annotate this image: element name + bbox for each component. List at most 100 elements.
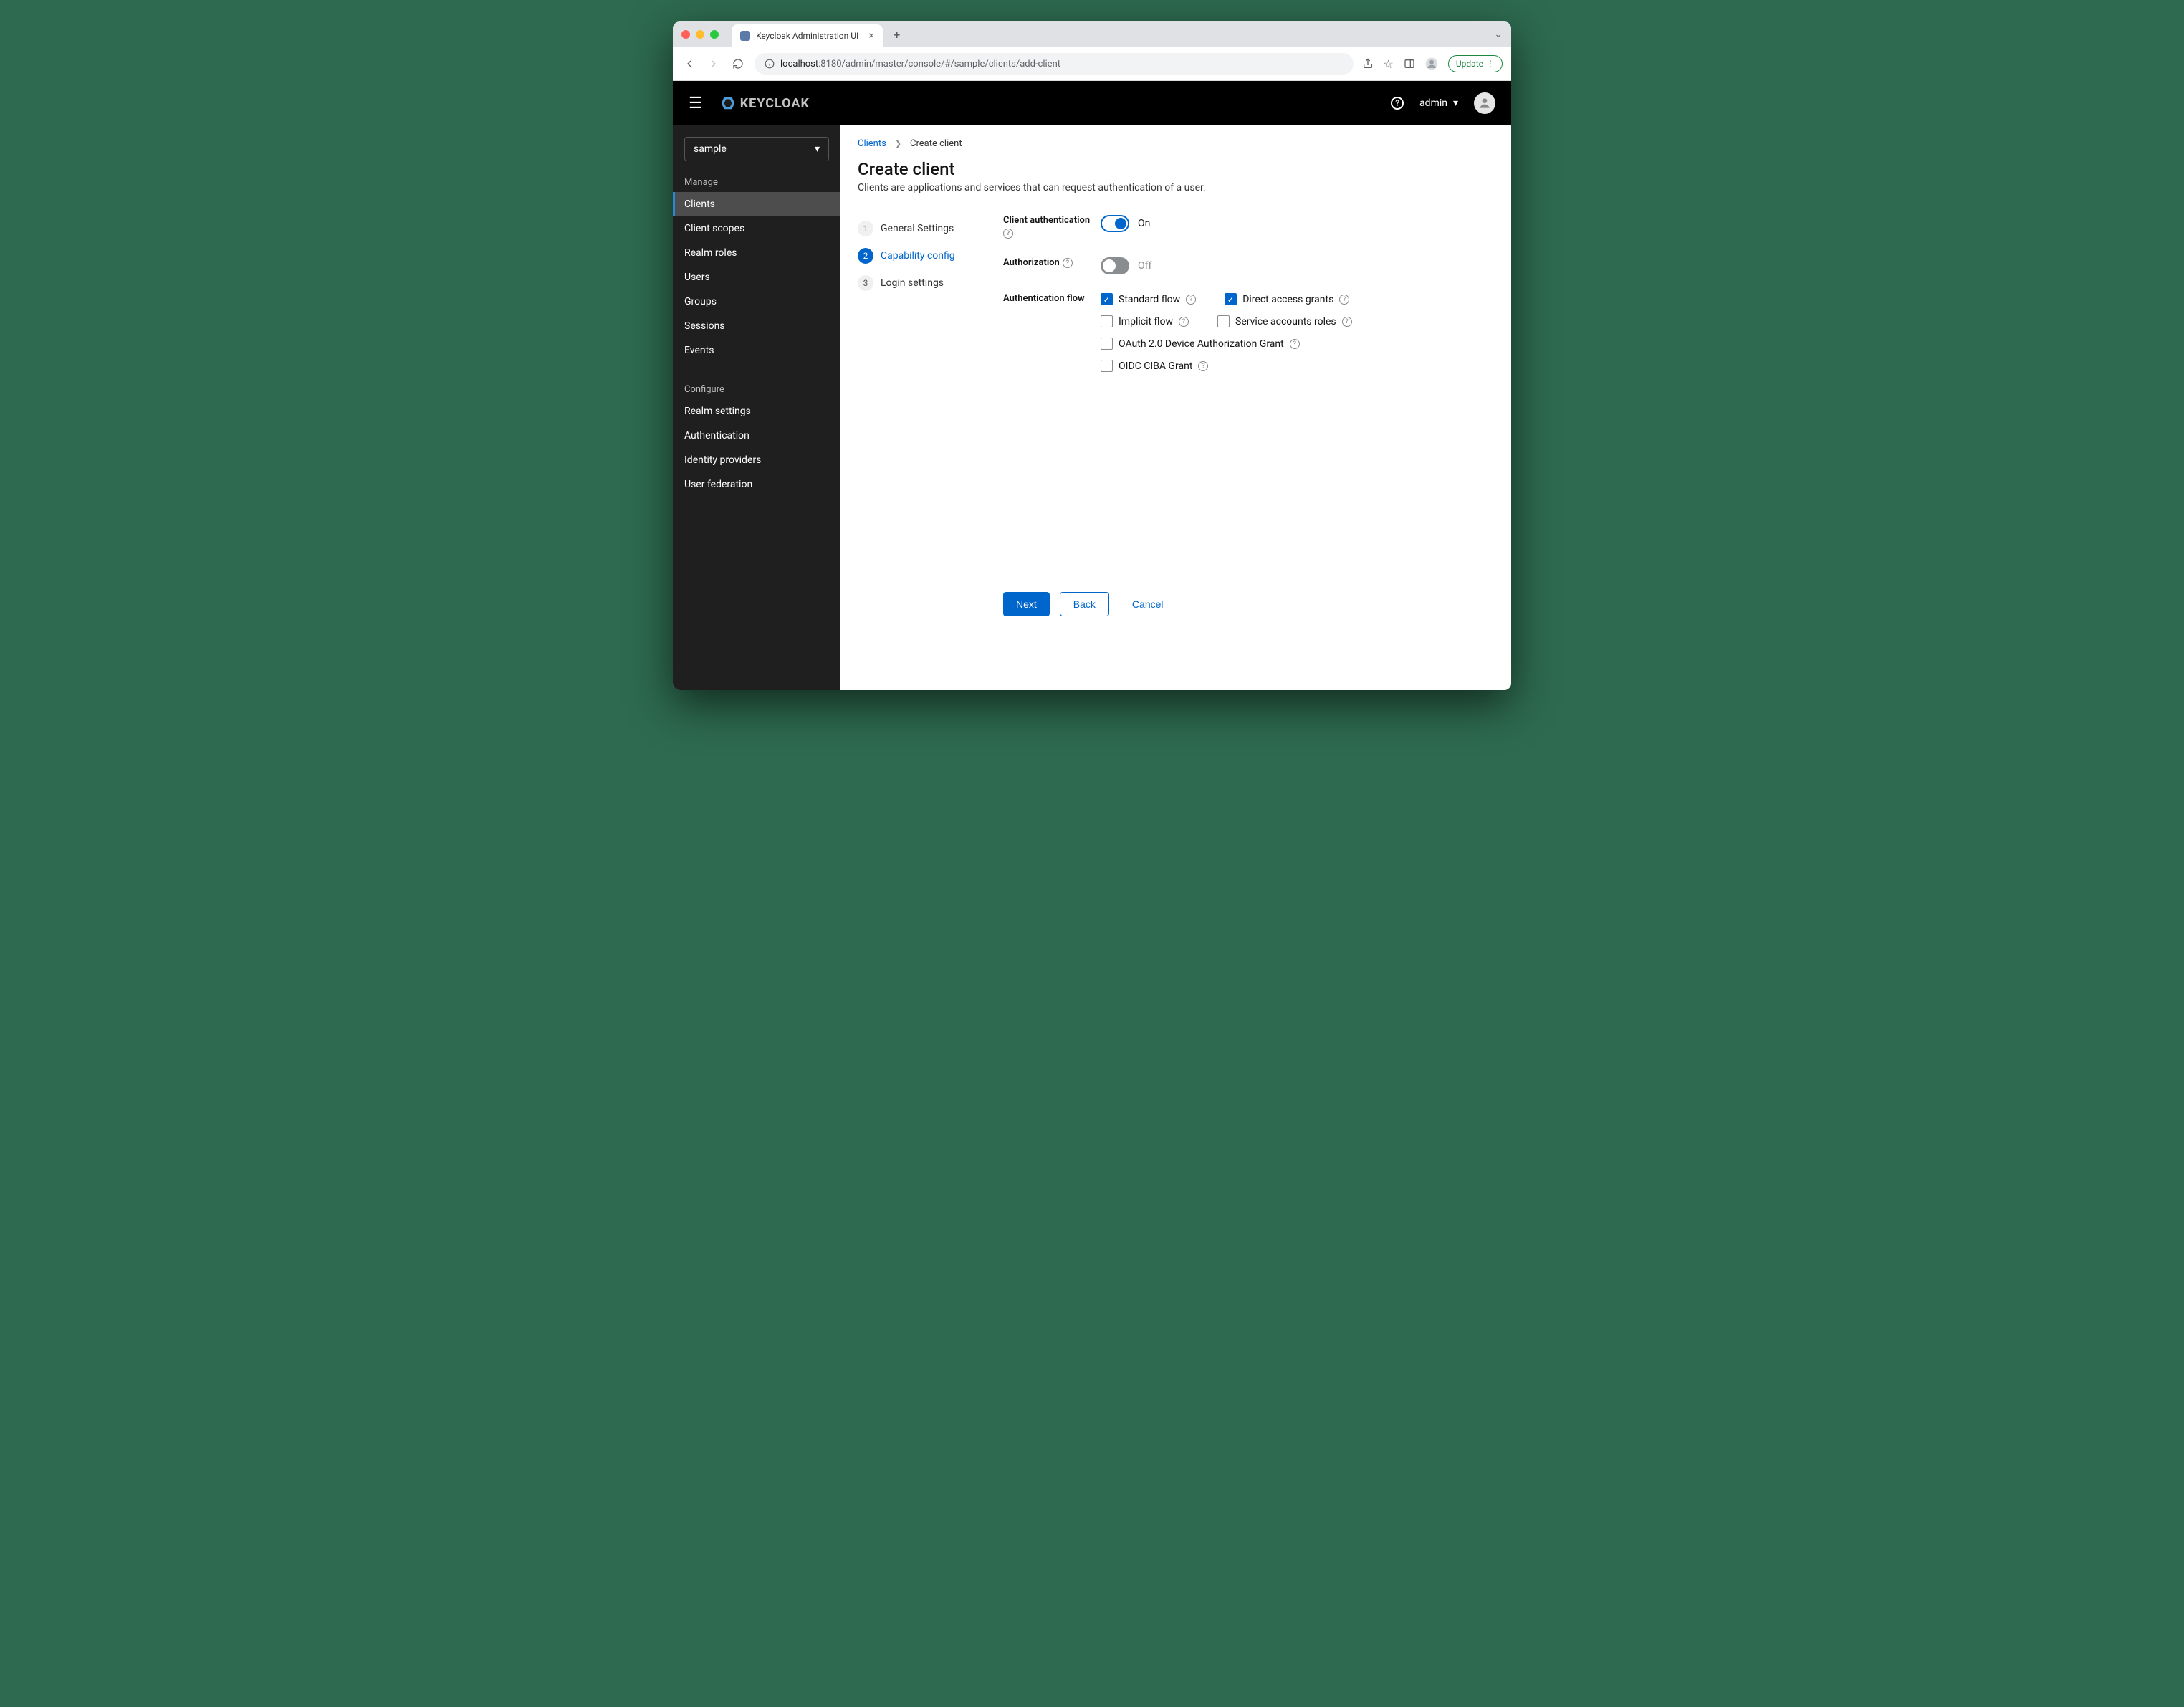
panel-icon[interactable] bbox=[1404, 58, 1415, 70]
app-root: ☰ KEYCLOAK ? admin ▾ sample ▾ bbox=[673, 81, 1511, 690]
profile-icon[interactable] bbox=[1425, 57, 1438, 70]
browser-update-button[interactable]: Update ⋮ bbox=[1448, 55, 1503, 72]
minimize-window-icon[interactable] bbox=[696, 30, 704, 39]
new-tab-button[interactable]: + bbox=[889, 26, 906, 43]
field-authorization: Authorization ? Off bbox=[1003, 257, 1494, 274]
checkbox-label: OIDC CIBA Grant bbox=[1119, 360, 1192, 372]
sidebar-item-user-federation[interactable]: User federation bbox=[673, 472, 840, 497]
wizard-step-1[interactable]: 1 General Settings bbox=[858, 215, 980, 242]
logo-text: KEYCLOAK bbox=[740, 96, 810, 111]
main-content: Clients ❯ Create client Create client Cl… bbox=[840, 125, 1511, 690]
sidebar-item-client-scopes[interactable]: Client scopes bbox=[673, 216, 840, 241]
page-title: Create client bbox=[858, 159, 1494, 179]
close-window-icon[interactable] bbox=[681, 30, 690, 39]
realm-name: sample bbox=[694, 143, 727, 155]
wizard: 1 General Settings 2Capability config 3 Logi… bbox=[858, 215, 1494, 616]
auth-flow-label: Authentication flow bbox=[1003, 293, 1085, 304]
checkbox-icon: ✓ bbox=[1225, 293, 1237, 305]
help-icon[interactable]: ? bbox=[1063, 258, 1073, 268]
help-icon[interactable]: ? bbox=[1391, 97, 1404, 110]
wizard-form: Client authentication ? On Authorization bbox=[987, 215, 1494, 616]
wizard-footer: Next Back Cancel bbox=[1003, 570, 1494, 616]
checkbox-ciba[interactable]: OIDC CIBA Grant ? bbox=[1101, 360, 1208, 372]
help-icon[interactable]: ? bbox=[1290, 339, 1300, 349]
wizard-step-2[interactable]: 2Capability config bbox=[858, 242, 980, 269]
authorization-label: Authorization bbox=[1003, 257, 1060, 268]
checkbox-direct[interactable]: ✓Direct access grants ? bbox=[1225, 293, 1349, 305]
sidebar-item-events[interactable]: Events bbox=[673, 338, 840, 363]
help-icon[interactable]: ? bbox=[1186, 295, 1196, 305]
avatar[interactable] bbox=[1474, 92, 1495, 114]
sidebar-item-users[interactable]: Users bbox=[673, 265, 840, 290]
info-icon bbox=[765, 59, 775, 69]
caret-down-icon: ▾ bbox=[815, 143, 820, 155]
step-number-icon: 3 bbox=[858, 275, 873, 291]
forward-icon[interactable] bbox=[706, 56, 722, 72]
checkbox-icon: ✓ bbox=[1101, 293, 1113, 305]
browser-tab[interactable]: Keycloak Administration UI × bbox=[732, 24, 883, 47]
user-menu[interactable]: admin ▾ bbox=[1419, 97, 1458, 109]
user-name: admin bbox=[1419, 97, 1447, 109]
authorization-toggle[interactable] bbox=[1101, 257, 1129, 274]
step-label: Login settings bbox=[881, 277, 944, 289]
client-auth-label: Client authentication bbox=[1003, 215, 1090, 226]
client-auth-state: On bbox=[1138, 218, 1150, 229]
sidebar-item-identity-providers[interactable]: Identity providers bbox=[673, 448, 840, 472]
back-icon[interactable] bbox=[681, 56, 697, 72]
kebab-icon: ⋮ bbox=[1486, 59, 1495, 69]
step-number-icon: 1 bbox=[858, 221, 873, 236]
wizard-steps: 1 General Settings 2Capability config 3 Logi… bbox=[858, 215, 987, 616]
client-auth-toggle[interactable] bbox=[1101, 215, 1129, 232]
sidebar-group-configure: Configure bbox=[673, 377, 840, 399]
tab-title: Keycloak Administration UI bbox=[756, 31, 858, 41]
sidebar-item-realm-settings[interactable]: Realm settings bbox=[673, 399, 840, 424]
breadcrumb-root[interactable]: Clients bbox=[858, 138, 886, 149]
checkbox-icon bbox=[1101, 360, 1113, 372]
reload-icon[interactable] bbox=[730, 56, 746, 72]
avatar-icon bbox=[1477, 96, 1492, 110]
sidebar-item-realm-roles[interactable]: Realm roles bbox=[673, 241, 840, 265]
back-button[interactable]: Back bbox=[1060, 592, 1109, 616]
logo-icon bbox=[720, 95, 736, 111]
auth-flow-checkboxes: ✓Standard flow ? ✓Direct access grants ? I… bbox=[1101, 293, 1352, 372]
hamburger-icon[interactable]: ☰ bbox=[689, 95, 703, 113]
browser-window: Keycloak Administration UI × + ⌄ localho… bbox=[673, 21, 1511, 690]
chevron-right-icon: ❯ bbox=[895, 139, 901, 148]
cancel-button[interactable]: Cancel bbox=[1119, 592, 1177, 616]
checkbox-icon bbox=[1101, 338, 1113, 350]
address-bar[interactable]: localhost:8180/admin/master/console/#/sa… bbox=[755, 53, 1354, 75]
step-label: General Settings bbox=[881, 223, 954, 234]
help-icon[interactable]: ? bbox=[1003, 229, 1013, 239]
url-path: :8180/admin/master/console/#/sample/clie… bbox=[818, 59, 1060, 70]
help-icon[interactable]: ? bbox=[1339, 295, 1349, 305]
app-header: ☰ KEYCLOAK ? admin ▾ bbox=[673, 81, 1511, 125]
help-icon[interactable]: ? bbox=[1179, 317, 1189, 327]
wizard-step-3[interactable]: 3 Login settings bbox=[858, 269, 980, 297]
sidebar-item-clients[interactable]: Clients bbox=[673, 192, 840, 216]
checkbox-icon bbox=[1217, 315, 1230, 327]
checkbox-implicit[interactable]: Implicit flow ? bbox=[1101, 315, 1189, 327]
share-icon[interactable] bbox=[1362, 58, 1374, 70]
checkbox-icon bbox=[1101, 315, 1113, 327]
logo[interactable]: KEYCLOAK bbox=[720, 95, 810, 111]
sidebar-item-authentication[interactable]: Authentication bbox=[673, 424, 840, 448]
checkbox-device[interactable]: OAuth 2.0 Device Authorization Grant ? bbox=[1101, 338, 1300, 350]
checkbox-service[interactable]: Service accounts roles ? bbox=[1217, 315, 1352, 327]
breadcrumb-current: Create client bbox=[910, 138, 962, 149]
url-host: localhost bbox=[780, 59, 818, 70]
realm-selector[interactable]: sample ▾ bbox=[684, 137, 829, 161]
checkbox-label: Service accounts roles bbox=[1235, 316, 1336, 327]
sidebar-group-manage: Manage bbox=[673, 170, 840, 192]
help-icon[interactable]: ? bbox=[1198, 361, 1208, 371]
checkbox-standard[interactable]: ✓Standard flow ? bbox=[1101, 293, 1196, 305]
help-icon[interactable]: ? bbox=[1342, 317, 1352, 327]
next-button[interactable]: Next bbox=[1003, 592, 1050, 616]
close-tab-icon[interactable]: × bbox=[868, 30, 873, 42]
maximize-window-icon[interactable] bbox=[710, 30, 719, 39]
bookmark-icon[interactable]: ☆ bbox=[1384, 57, 1394, 71]
tabbar-dropdown-icon[interactable]: ⌄ bbox=[1494, 29, 1503, 40]
sidebar-item-groups[interactable]: Groups bbox=[673, 290, 840, 314]
sidebar-item-sessions[interactable]: Sessions bbox=[673, 314, 840, 338]
breadcrumb: Clients ❯ Create client bbox=[858, 138, 1494, 149]
browser-toolbar: localhost:8180/admin/master/console/#/sa… bbox=[673, 47, 1511, 81]
